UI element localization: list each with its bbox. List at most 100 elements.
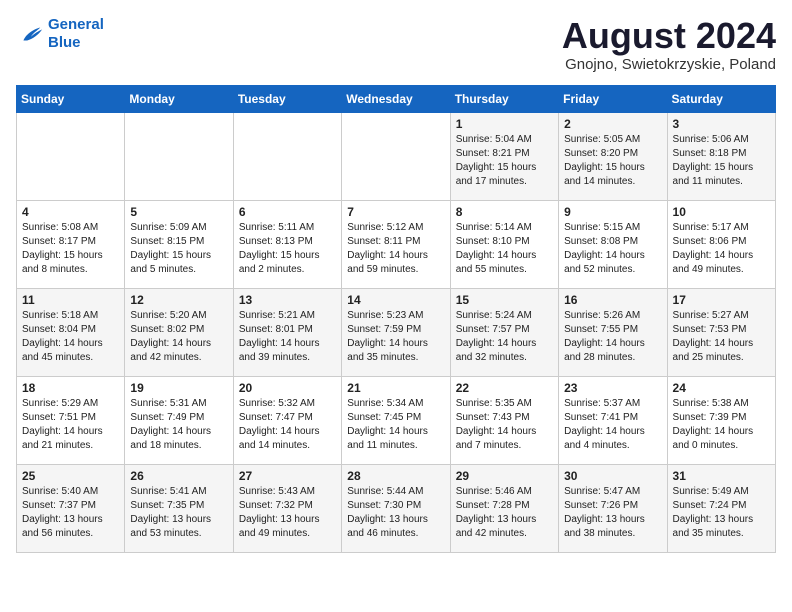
- header-friday: Friday: [559, 85, 667, 112]
- day-number: 17: [673, 293, 770, 307]
- cell-info: Sunrise: 5:11 AMSunset: 8:13 PMDaylight:…: [239, 221, 336, 277]
- cell-3-0: 18 Sunrise: 5:29 AMSunset: 7:51 PMDayligh…: [17, 376, 125, 464]
- day-number: 28: [347, 469, 444, 483]
- week-row-4: 25Sunrise: 5:40 AMSunset: 7:37 PMDayligh…: [17, 464, 776, 552]
- cell-3-6: 24 Sunrise: 5:38 AMSunset: 7:39 PMDayligh…: [667, 376, 775, 464]
- logo-icon: [16, 20, 44, 48]
- cell-info: Sunrise: 5:05 AMSunset: 8:20 PMDaylight:…: [564, 133, 661, 189]
- day-number: 31: [673, 469, 770, 483]
- cell-info: Sunrise: 5:12 AMSunset: 8:11 PMDaylight:…: [347, 221, 444, 277]
- calendar-header: SundayMondayTuesdayWednesdayThursdayFrid…: [17, 85, 776, 112]
- cell-info: Sunrise: 5:40 AMSunset: 7:37 PMDaylight:…: [22, 485, 119, 541]
- header-saturday: Saturday: [667, 85, 775, 112]
- day-number: 21: [347, 381, 444, 395]
- cell-2-6: 17 Sunrise: 5:27 AMSunset: 7:53 PMDayligh…: [667, 288, 775, 376]
- day-number: 13: [239, 293, 336, 307]
- day-number: 10: [673, 205, 770, 219]
- header-tuesday: Tuesday: [233, 85, 341, 112]
- cell-0-0: [17, 112, 125, 200]
- day-number: 3: [673, 117, 770, 131]
- cell-2-5: 16 Sunrise: 5:26 AMSunset: 7:55 PMDayligh…: [559, 288, 667, 376]
- cell-0-3: [342, 112, 450, 200]
- cell-info: Sunrise: 5:38 AMSunset: 7:39 PMDaylight:…: [673, 397, 770, 453]
- cell-2-0: 11Sunrise: 5:18 AMSunset: 8:04 PMDayligh…: [17, 288, 125, 376]
- logo-text: General Blue: [48, 16, 104, 52]
- day-number: 2: [564, 117, 661, 131]
- cell-info: Sunrise: 5:04 AMSunset: 8:21 PMDaylight:…: [456, 133, 553, 189]
- cell-4-0: 25Sunrise: 5:40 AMSunset: 7:37 PMDayligh…: [17, 464, 125, 552]
- cell-1-0: 4 Sunrise: 5:08 AMSunset: 8:17 PMDaylight…: [17, 200, 125, 288]
- cell-4-3: 28 Sunrise: 5:44 AMSunset: 7:30 PMDayligh…: [342, 464, 450, 552]
- day-number: 4: [22, 205, 119, 219]
- day-number: 5: [130, 205, 227, 219]
- cell-0-2: [233, 112, 341, 200]
- header-wednesday: Wednesday: [342, 85, 450, 112]
- logo-line2: Blue: [48, 34, 81, 51]
- cell-3-1: 19 Sunrise: 5:31 AMSunset: 7:49 PMDayligh…: [125, 376, 233, 464]
- cell-3-3: 21Sunrise: 5:34 AMSunset: 7:45 PMDayligh…: [342, 376, 450, 464]
- day-number: 30: [564, 469, 661, 483]
- day-number: 20: [239, 381, 336, 395]
- cell-info: Sunrise: 5:47 AMSunset: 7:26 PMDaylight:…: [564, 485, 661, 541]
- day-number: 1: [456, 117, 553, 131]
- cell-0-1: [125, 112, 233, 200]
- day-number: 18: [22, 381, 119, 395]
- cell-info: Sunrise: 5:17 AMSunset: 8:06 PMDaylight:…: [673, 221, 770, 277]
- day-number: 23: [564, 381, 661, 395]
- day-number: 15: [456, 293, 553, 307]
- cell-info: Sunrise: 5:43 AMSunset: 7:32 PMDaylight:…: [239, 485, 336, 541]
- header-sunday: Sunday: [17, 85, 125, 112]
- cell-info: Sunrise: 5:20 AMSunset: 8:02 PMDaylight:…: [130, 309, 227, 365]
- day-number: 16: [564, 293, 661, 307]
- day-number: 8: [456, 205, 553, 219]
- cell-info: Sunrise: 5:37 AMSunset: 7:41 PMDaylight:…: [564, 397, 661, 453]
- cell-info: Sunrise: 5:08 AMSunset: 8:17 PMDaylight:…: [22, 221, 119, 277]
- cell-4-6: 31Sunrise: 5:49 AMSunset: 7:24 PMDayligh…: [667, 464, 775, 552]
- cell-info: Sunrise: 5:41 AMSunset: 7:35 PMDaylight:…: [130, 485, 227, 541]
- day-number: 26: [130, 469, 227, 483]
- week-row-2: 11Sunrise: 5:18 AMSunset: 8:04 PMDayligh…: [17, 288, 776, 376]
- cell-1-4: 8 Sunrise: 5:14 AMSunset: 8:10 PMDaylight…: [450, 200, 558, 288]
- cell-info: Sunrise: 5:31 AMSunset: 7:49 PMDaylight:…: [130, 397, 227, 453]
- cell-info: Sunrise: 5:32 AMSunset: 7:47 PMDaylight:…: [239, 397, 336, 453]
- calendar-table: SundayMondayTuesdayWednesdayThursdayFrid…: [16, 85, 776, 553]
- day-number: 7: [347, 205, 444, 219]
- day-number: 6: [239, 205, 336, 219]
- cell-1-3: 7 Sunrise: 5:12 AMSunset: 8:11 PMDaylight…: [342, 200, 450, 288]
- cell-info: Sunrise: 5:24 AMSunset: 7:57 PMDaylight:…: [456, 309, 553, 365]
- day-number: 19: [130, 381, 227, 395]
- header-row: SundayMondayTuesdayWednesdayThursdayFrid…: [17, 85, 776, 112]
- cell-1-6: 10 Sunrise: 5:17 AMSunset: 8:06 PMDayligh…: [667, 200, 775, 288]
- cell-1-2: 6 Sunrise: 5:11 AMSunset: 8:13 PMDaylight…: [233, 200, 341, 288]
- calendar-body: 1 Sunrise: 5:04 AMSunset: 8:21 PMDaylight…: [17, 112, 776, 552]
- cell-0-5: 2 Sunrise: 5:05 AMSunset: 8:20 PMDaylight…: [559, 112, 667, 200]
- page-header: General Blue August 2024 Gnojno, Swietok…: [16, 16, 776, 73]
- cell-2-2: 13Sunrise: 5:21 AMSunset: 8:01 PMDayligh…: [233, 288, 341, 376]
- day-number: 22: [456, 381, 553, 395]
- logo-line1: General: [48, 16, 104, 33]
- cell-3-2: 20 Sunrise: 5:32 AMSunset: 7:47 PMDayligh…: [233, 376, 341, 464]
- day-number: 9: [564, 205, 661, 219]
- cell-4-1: 26 Sunrise: 5:41 AMSunset: 7:35 PMDayligh…: [125, 464, 233, 552]
- cell-info: Sunrise: 5:29 AMSunset: 7:51 PMDaylight:…: [22, 397, 119, 453]
- day-number: 14: [347, 293, 444, 307]
- week-row-1: 4 Sunrise: 5:08 AMSunset: 8:17 PMDaylight…: [17, 200, 776, 288]
- day-number: 12: [130, 293, 227, 307]
- day-number: 24: [673, 381, 770, 395]
- cell-info: Sunrise: 5:18 AMSunset: 8:04 PMDaylight:…: [22, 309, 119, 365]
- cell-3-4: 22Sunrise: 5:35 AMSunset: 7:43 PMDayligh…: [450, 376, 558, 464]
- cell-info: Sunrise: 5:14 AMSunset: 8:10 PMDaylight:…: [456, 221, 553, 277]
- cell-0-6: 3 Sunrise: 5:06 AMSunset: 8:18 PMDaylight…: [667, 112, 775, 200]
- cell-4-4: 29Sunrise: 5:46 AMSunset: 7:28 PMDayligh…: [450, 464, 558, 552]
- week-row-0: 1 Sunrise: 5:04 AMSunset: 8:21 PMDaylight…: [17, 112, 776, 200]
- cell-1-5: 9 Sunrise: 5:15 AMSunset: 8:08 PMDaylight…: [559, 200, 667, 288]
- cell-4-2: 27Sunrise: 5:43 AMSunset: 7:32 PMDayligh…: [233, 464, 341, 552]
- cell-info: Sunrise: 5:09 AMSunset: 8:15 PMDaylight:…: [130, 221, 227, 277]
- cell-info: Sunrise: 5:06 AMSunset: 8:18 PMDaylight:…: [673, 133, 770, 189]
- header-monday: Monday: [125, 85, 233, 112]
- cell-info: Sunrise: 5:26 AMSunset: 7:55 PMDaylight:…: [564, 309, 661, 365]
- cell-info: Sunrise: 5:44 AMSunset: 7:30 PMDaylight:…: [347, 485, 444, 541]
- cell-info: Sunrise: 5:27 AMSunset: 7:53 PMDaylight:…: [673, 309, 770, 365]
- cell-3-5: 23 Sunrise: 5:37 AMSunset: 7:41 PMDayligh…: [559, 376, 667, 464]
- cell-info: Sunrise: 5:15 AMSunset: 8:08 PMDaylight:…: [564, 221, 661, 277]
